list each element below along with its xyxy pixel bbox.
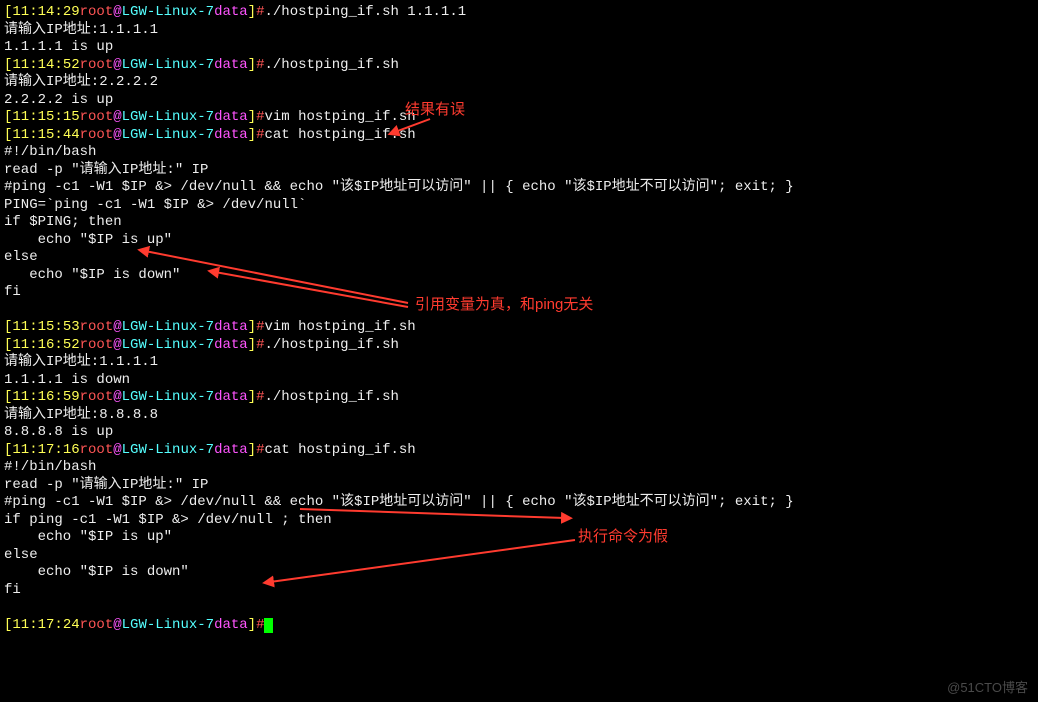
- blank-line: [4, 599, 1034, 617]
- terminal-output: 8.8.8.8 is up: [4, 424, 1034, 442]
- script-line: #ping -c1 -W1 $IP &> /dev/null && echo "…: [4, 494, 1034, 512]
- script-line: else: [4, 547, 1034, 565]
- terminal-line: [11:15:15root@LGW-Linux-7data]#vim hostp…: [4, 109, 1034, 127]
- watermark: @51CTO博客: [947, 680, 1028, 696]
- annotation-label: 引用变量为真，和ping无关: [415, 296, 593, 315]
- script-line: echo "$IP is up": [4, 529, 1034, 547]
- script-line: if $PING; then: [4, 214, 1034, 232]
- script-line: fi: [4, 582, 1034, 600]
- script-line: #!/bin/bash: [4, 459, 1034, 477]
- terminal-output: 请输入IP地址:2.2.2.2: [4, 74, 1034, 92]
- script-line: else: [4, 249, 1034, 267]
- terminal-output: 请输入IP地址:8.8.8.8: [4, 407, 1034, 425]
- script-line: echo "$IP is down": [4, 267, 1034, 285]
- terminal-line: [11:16:52root@LGW-Linux-7data]#./hostpin…: [4, 337, 1034, 355]
- terminal-line: [11:14:29root@LGW-Linux-7data]#./hostpin…: [4, 4, 1034, 22]
- terminal-line: [11:16:59root@LGW-Linux-7data]#./hostpin…: [4, 389, 1034, 407]
- annotation-label: 结果有误: [405, 101, 465, 120]
- script-line: #!/bin/bash: [4, 144, 1034, 162]
- terminal-output: 1.1.1.1 is up: [4, 39, 1034, 57]
- terminal-output: 请输入IP地址:1.1.1.1: [4, 22, 1034, 40]
- script-line: #ping -c1 -W1 $IP &> /dev/null && echo "…: [4, 179, 1034, 197]
- terminal-line: [11:15:53root@LGW-Linux-7data]#vim hostp…: [4, 319, 1034, 337]
- cursor-icon: [264, 618, 273, 633]
- terminal-output: 1.1.1.1 is down: [4, 372, 1034, 390]
- script-line: echo "$IP is down": [4, 564, 1034, 582]
- annotation-label: 执行命令为假: [578, 528, 668, 547]
- terminal-line: [11:14:52root@LGW-Linux-7data]#./hostpin…: [4, 57, 1034, 75]
- terminal-prompt[interactable]: [11:17:24root@LGW-Linux-7data]#: [4, 617, 1034, 635]
- terminal-line: [11:15:44root@LGW-Linux-7data]#cat hostp…: [4, 127, 1034, 145]
- script-line: if ping -c1 -W1 $IP &> /dev/null ; then: [4, 512, 1034, 530]
- terminal-line: [11:17:16root@LGW-Linux-7data]#cat hostp…: [4, 442, 1034, 460]
- script-line: read -p "请输入IP地址:" IP: [4, 162, 1034, 180]
- script-line: PING=`ping -c1 -W1 $IP &> /dev/null`: [4, 197, 1034, 215]
- script-line: echo "$IP is up": [4, 232, 1034, 250]
- terminal-output: 2.2.2.2 is up: [4, 92, 1034, 110]
- terminal-output: 请输入IP地址:1.1.1.1: [4, 354, 1034, 372]
- script-line: read -p "请输入IP地址:" IP: [4, 477, 1034, 495]
